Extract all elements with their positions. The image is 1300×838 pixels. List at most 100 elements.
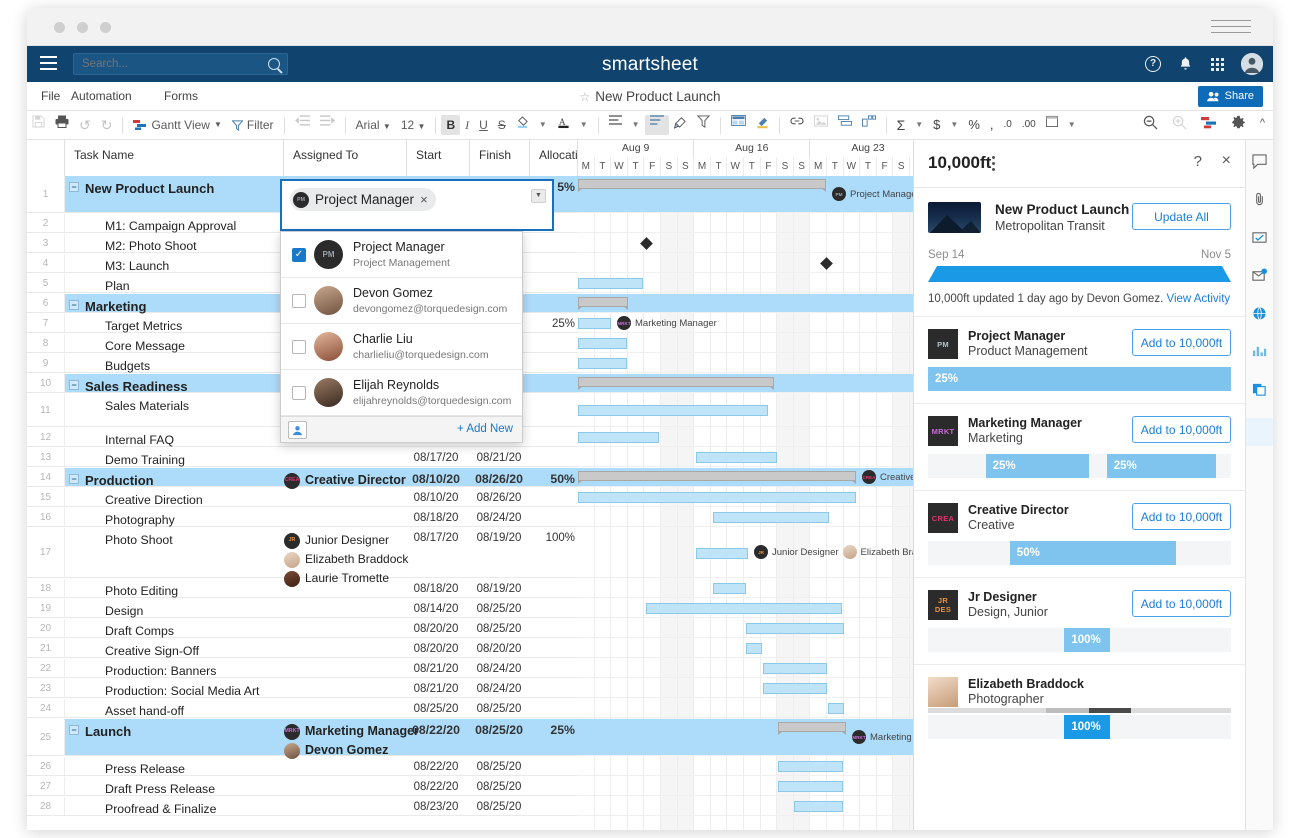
row-number[interactable]: 23 (27, 679, 65, 697)
align-caret[interactable]: ▼ (627, 115, 645, 135)
decrease-decimal-icon[interactable]: .0 (999, 115, 1017, 135)
collapse-toggle-icon[interactable]: − (69, 300, 79, 310)
assigned-to-cell[interactable]: MRKT Marketing Manager Devon Gomez (284, 719, 419, 760)
contact-option[interactable]: ✓ PM Project Manager Project Management (281, 232, 522, 278)
task-name-cell[interactable]: Photography (105, 508, 175, 530)
help-icon[interactable]: ? (1145, 56, 1161, 72)
task-name-cell[interactable]: Plan (105, 274, 130, 296)
gantt-summary-bar[interactable] (578, 179, 826, 192)
link-icon[interactable] (785, 115, 809, 135)
row-number[interactable]: 2 (27, 214, 65, 232)
task-name-cell[interactable]: Sales Materials (105, 394, 189, 416)
row-number[interactable]: 4 (27, 254, 65, 272)
print-icon[interactable] (50, 115, 74, 135)
fill-color-button[interactable] (511, 115, 534, 135)
row-number[interactable]: 8 (27, 334, 65, 352)
finish-date-cell[interactable]: 08/24/20 (470, 679, 528, 695)
task-name-cell[interactable]: Production: Banners (105, 659, 216, 681)
allocation-cell[interactable]: 100% (530, 528, 575, 544)
allocation-cell[interactable] (530, 797, 575, 801)
start-date-cell[interactable]: 08/18/20 (407, 579, 465, 595)
row-number[interactable]: 5 (27, 274, 65, 292)
task-name-cell[interactable]: Draft Press Release (105, 777, 215, 799)
contact-person-icon[interactable] (288, 421, 307, 439)
start-date-cell[interactable]: 08/21/20 (407, 659, 465, 675)
finish-date-cell[interactable]: 08/24/20 (470, 508, 528, 524)
panel-help-icon[interactable]: ? (1194, 153, 1202, 170)
start-date-cell[interactable]: 08/21/20 (407, 679, 465, 695)
start-date-cell[interactable]: 08/10/20 (407, 488, 465, 504)
task-name-cell[interactable]: Creative Sign-Off (105, 639, 199, 661)
start-date-cell[interactable]: 08/22/20 (407, 719, 465, 737)
task-name-cell[interactable]: Internal FAQ (105, 428, 174, 450)
comment-icon[interactable] (1252, 154, 1268, 170)
allocation-segment[interactable]: 100% (1064, 628, 1110, 652)
allocation-segment[interactable]: 100% (1064, 715, 1110, 739)
finish-date-cell[interactable]: 08/25/20 (470, 777, 528, 793)
contact-checkbox[interactable] (292, 386, 306, 400)
font-size-select[interactable]: 12 ▼ (396, 115, 431, 135)
finish-date-cell[interactable]: 08/25/20 (470, 719, 528, 737)
assigned-to-editor[interactable]: PM Project Manager × ▼ (280, 179, 554, 231)
sum-icon[interactable]: Σ (892, 115, 911, 135)
gantt-task-bar[interactable] (578, 432, 659, 443)
card-view-icon[interactable] (726, 115, 751, 135)
publish-globe-icon[interactable] (1252, 306, 1268, 322)
task-name-cell[interactable]: M2: Photo Shoot (105, 234, 197, 256)
gantt-settings-icon[interactable] (1200, 116, 1217, 129)
row-number[interactable]: 24 (27, 699, 65, 717)
task-name-cell[interactable]: − Sales Readiness (69, 374, 188, 396)
activity-log-icon[interactable] (1252, 344, 1268, 360)
task-name-cell[interactable]: − New Product Launch (69, 176, 214, 198)
gear-icon[interactable] (1231, 115, 1246, 130)
allocation-cell[interactable]: 25% (530, 314, 575, 330)
gantt-task-bar[interactable] (646, 603, 842, 614)
filter-button[interactable]: Filter (227, 115, 279, 135)
finish-date-cell[interactable]: 08/25/20 (470, 699, 528, 715)
collapse-toggle-icon[interactable]: − (69, 380, 79, 390)
row-number[interactable]: 15 (27, 488, 65, 506)
task-name-cell[interactable]: Asset hand-off (105, 699, 184, 721)
start-date-cell[interactable]: 08/22/20 (407, 757, 465, 773)
row-number[interactable]: 27 (27, 777, 65, 795)
collapse-toolbar-icon[interactable]: ^ (1260, 117, 1265, 129)
window-maximize-dot[interactable] (100, 22, 111, 33)
window-close-dot[interactable] (54, 22, 65, 33)
contact-checkbox[interactable] (292, 340, 306, 354)
task-name-cell[interactable]: Creative Direction (105, 488, 203, 510)
row-number[interactable]: 10 (27, 374, 65, 392)
strikethrough-button[interactable]: S (493, 115, 511, 135)
zoom-in-icon[interactable] (1172, 115, 1187, 130)
col-header-assigned-to[interactable]: Assigned To (284, 140, 407, 176)
align-button[interactable] (604, 115, 627, 135)
col-header-task-name[interactable]: Task Name (65, 140, 284, 176)
add-to-10000ft-button[interactable]: Add to 10,000ft (1132, 329, 1231, 356)
text-color-button[interactable]: A (552, 115, 575, 135)
text-color-caret[interactable]: ▼ (575, 115, 593, 135)
allocation-cell[interactable]: 50% (530, 468, 575, 486)
allocation-cell[interactable] (530, 394, 575, 398)
finish-date-cell[interactable]: 08/25/20 (470, 797, 528, 813)
gantt-task-bar[interactable] (578, 405, 768, 416)
allocation-cell[interactable] (530, 334, 575, 338)
row-number[interactable]: 14 (27, 468, 65, 486)
percent-icon[interactable]: % (963, 115, 985, 135)
col-header-start[interactable]: Start (407, 140, 470, 176)
allocation-cell[interactable] (530, 659, 575, 663)
favorite-star-icon[interactable]: ☆ (579, 90, 590, 104)
increase-decimal-icon[interactable]: .00 (1017, 115, 1041, 135)
card-view-icon[interactable] (1252, 382, 1268, 398)
row-number[interactable]: 18 (27, 579, 65, 597)
thousands-icon[interactable]: , (985, 115, 999, 135)
save-icon[interactable] (27, 115, 50, 135)
add-to-10000ft-button[interactable]: Add to 10,000ft (1132, 590, 1231, 617)
row-number[interactable]: 28 (27, 797, 65, 815)
task-name-cell[interactable]: Design (105, 599, 143, 621)
lightbulb-icon[interactable] (1246, 418, 1273, 446)
allocation-segment[interactable]: 50% (1009, 541, 1177, 565)
browser-menu-icon[interactable] (1211, 20, 1251, 34)
finish-date-cell[interactable]: 08/24/20 (470, 659, 528, 675)
row-number[interactable]: 12 (27, 428, 65, 446)
italic-button[interactable]: I (460, 115, 474, 135)
task-name-cell[interactable]: Production: Social Media Art (105, 679, 259, 701)
